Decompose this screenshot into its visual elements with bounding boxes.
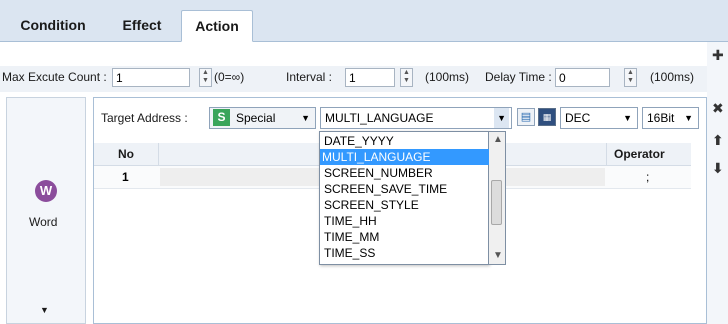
format-select[interactable]: DEC ▼ [560, 107, 638, 129]
data-type-panel [6, 97, 86, 324]
format-value: DEC [565, 111, 591, 125]
list-item[interactable]: TIME_SS [322, 245, 487, 261]
scroll-down-icon[interactable]: ▼ [493, 250, 503, 261]
list-item[interactable]: SCREEN_SAVE_TIME [322, 181, 487, 197]
word-label[interactable]: Word [29, 215, 57, 229]
special-icon: S [213, 109, 230, 126]
interval-input[interactable]: 1 [345, 68, 395, 87]
tab-effect[interactable]: Effect [110, 10, 174, 41]
list-item[interactable]: TIME_MM [322, 229, 487, 245]
chevron-down-icon: ▼ [684, 113, 693, 123]
delay-unit: (100ms) [650, 70, 695, 84]
arrow-down-icon[interactable]: ⬇ [712, 160, 724, 177]
max-count-label: Max Excute Count : [2, 70, 107, 84]
word-icon[interactable]: W [35, 180, 57, 202]
delay-input[interactable]: 0 [555, 68, 610, 87]
dropdown-scrollbar[interactable]: ▲ ▼ [489, 131, 506, 265]
bits-select[interactable]: 16Bit ▼ [642, 107, 699, 129]
right-toolbar [707, 42, 728, 324]
delay-label: Delay Time : [485, 70, 552, 84]
interval-label: Interval : [286, 70, 333, 84]
close-icon[interactable]: ✖ [712, 100, 724, 117]
chevron-down-icon: ▼ [623, 113, 632, 123]
scroll-thumb[interactable] [491, 180, 502, 225]
delay-spinner[interactable]: ▲ ▼ [624, 68, 637, 87]
tab-condition[interactable]: Condition [14, 10, 92, 41]
chevron-down-icon: ▼ [301, 113, 310, 123]
operator-cell[interactable]: ; [646, 166, 649, 188]
chevron-down-icon: ▼ [494, 108, 509, 128]
address-value: MULTI_LANGUAGE [325, 111, 434, 125]
list-item[interactable]: TIME_HH [322, 213, 487, 229]
address-type-value: Special [236, 111, 276, 125]
arrow-up-icon[interactable]: ⬆ [712, 132, 724, 149]
list-item[interactable]: SCREEN_NUMBER [322, 165, 487, 181]
row-number: 1 [122, 170, 129, 184]
interval-unit: (100ms) [425, 70, 470, 84]
bits-value: 16Bit [647, 111, 675, 125]
chevron-down-icon[interactable]: ▼ [40, 305, 49, 315]
column-no: No [118, 147, 134, 161]
list-item[interactable]: SCREEN_STYLE [322, 197, 487, 213]
list-item-selected[interactable]: MULTI_LANGUAGE [320, 149, 491, 165]
list-item[interactable]: DATE_YYYY [322, 133, 487, 149]
address-type-select[interactable]: S Special ▼ [209, 107, 316, 129]
address-select[interactable]: MULTI_LANGUAGE ▼ [320, 107, 512, 129]
max-count-spinner[interactable]: ▲ ▼ [199, 68, 212, 87]
tab-action[interactable]: Action [181, 10, 253, 42]
target-address-label: Target Address : [101, 111, 188, 125]
scroll-up-icon[interactable]: ▲ [493, 134, 503, 145]
infinity-note: (0=∞) [214, 70, 245, 84]
keypad-icon[interactable]: ▦ [538, 108, 556, 126]
plus-icon[interactable]: ✚ [712, 47, 724, 64]
interval-spinner[interactable]: ▲ ▼ [400, 68, 413, 87]
address-browse-icon[interactable]: ▤ [517, 108, 535, 126]
max-count-input[interactable]: 1 [112, 68, 190, 87]
column-operator: Operator [614, 147, 665, 161]
